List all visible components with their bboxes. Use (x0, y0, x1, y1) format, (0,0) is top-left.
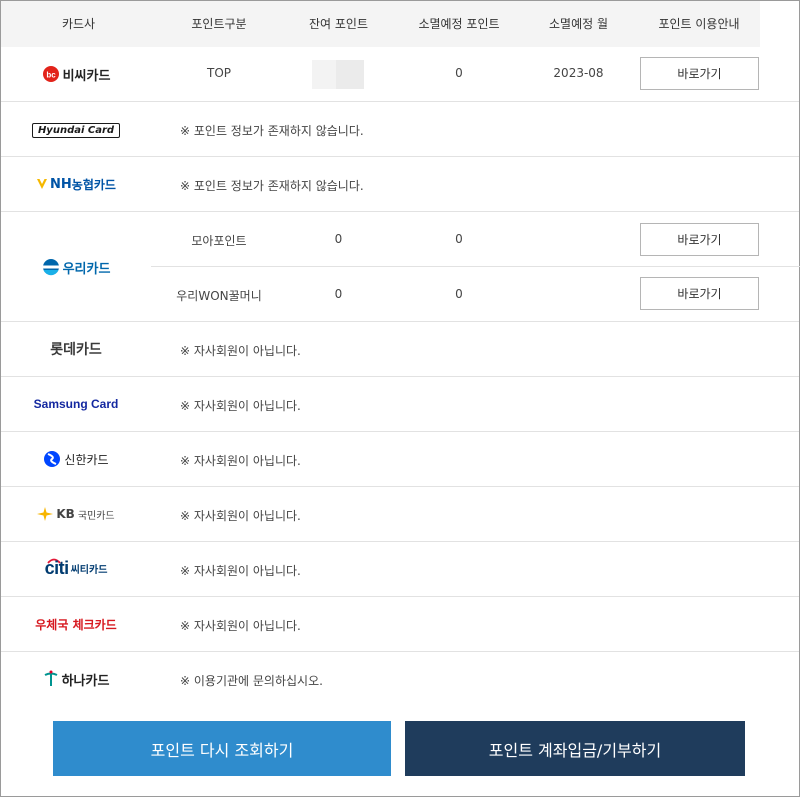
bc-go-button[interactable]: 바로가기 (640, 57, 759, 90)
woori-card-logo: 우리카드 (11, 256, 141, 278)
table-row-samsung: Samsung Card ※ 자사회원이 아닙니다. (1, 377, 799, 432)
header-point-type: 포인트구분 (191, 17, 247, 31)
samsung-message: ※ 자사회원이 아닙니다. (180, 399, 301, 413)
samsung-card-logo: Samsung Card (33, 397, 119, 411)
citi-message: ※ 자사회원이 아닙니다. (180, 564, 301, 578)
kb-card-logo: KB 국민카드 (11, 504, 141, 524)
woori-moa-expiring: 0 (455, 232, 463, 246)
header-balance: 잔여 포인트 (308, 17, 368, 31)
woori-moa-go-button[interactable]: 바로가기 (640, 223, 759, 256)
hyundai-card-logo: Hyundai Card (11, 121, 141, 139)
table-row-hana: 하나카드 ※ 이용기관에 문의하십시오. (1, 652, 799, 707)
table-row-shinhan: 신한카드 ※ 자사회원이 아닙니다. (1, 432, 799, 487)
shinhan-symbol-icon (44, 451, 61, 467)
nh-message: ※ 포인트 정보가 존재하지 않습니다. (180, 179, 364, 193)
table-row-bc: bc 비씨카드 TOP 0 2023-08 바로가기 (1, 47, 799, 102)
table-row-kb: KB 국민카드 ※ 자사회원이 아닙니다. (1, 487, 799, 542)
table-row-citi: citi 씨티카드 ※ 자사회원이 아닙니다. (1, 542, 799, 597)
woori-moa-balance: 0 (334, 232, 343, 246)
woori-won-expiring: 0 (455, 287, 463, 301)
woori-won-balance: 0 (334, 287, 343, 301)
transfer-donate-button[interactable]: 포인트 계좌입금/기부하기 (405, 721, 745, 776)
table-row-nh: NH 농협카드 ※ 포인트 정보가 존재하지 않습니다. (1, 157, 799, 212)
table-row-hyundai: Hyundai Card ※ 포인트 정보가 존재하지 않습니다. (1, 102, 799, 157)
header-expiring-points: 소멸예정 포인트 (418, 17, 500, 31)
hana-card-logo: 하나카드 (11, 668, 141, 690)
hana-message: ※ 이용기관에 문의하십시오. (180, 674, 323, 688)
kb-message: ※ 자사회원이 아닙니다. (180, 509, 301, 523)
woori-circle-icon (42, 259, 59, 276)
bc-circle-icon: bc (42, 66, 59, 82)
table-header: 카드사 포인트구분 잔여 포인트 소멸예정 포인트 소멸예정 월 포인트 이용안… (1, 1, 760, 47)
bc-expiring-points: 0 (455, 66, 463, 80)
hana-symbol-icon (44, 670, 58, 686)
table-row-lotte: 롯데카드 ※ 자사회원이 아닙니다. (1, 322, 799, 377)
bc-point-type: TOP (206, 66, 231, 80)
nh-card-logo: NH 농협카드 (11, 174, 141, 194)
woori-sub-divider (151, 266, 800, 267)
header-usage-guide: 포인트 이용안내 (658, 17, 740, 31)
bc-card-logo: bc 비씨카드 (11, 60, 141, 88)
table-row-post: 우체국 체크카드 ※ 자사회원이 아닙니다. (1, 597, 799, 652)
kb-star-icon (37, 507, 54, 521)
post-message: ※ 자사회원이 아닙니다. (180, 619, 301, 633)
lotte-message: ※ 자사회원이 아닙니다. (180, 344, 301, 358)
woori-won-go-button[interactable]: 바로가기 (640, 277, 759, 310)
refresh-points-button[interactable]: 포인트 다시 조회하기 (53, 721, 391, 776)
table-row-woori: 우리카드 모아포인트 0 0 바로가기 우리WON꿀머니 0 0 바로가기 (1, 212, 800, 322)
shinhan-card-logo: 신한카드 (11, 448, 141, 470)
bc-balance-masked (312, 60, 364, 89)
woori-won-type: 우리WON꿀머니 (176, 289, 262, 303)
lotte-card-logo: 롯데카드 (50, 342, 102, 358)
bc-expiring-month: 2023-08 (553, 66, 604, 80)
header-card-company: 카드사 (61, 17, 96, 31)
nh-symbol-icon (37, 179, 48, 189)
woori-moa-type: 모아포인트 (191, 234, 247, 248)
citi-card-logo: citi 씨티카드 (44, 557, 108, 578)
header-expiring-month: 소멸예정 월 (548, 17, 608, 31)
hyundai-message: ※ 포인트 정보가 존재하지 않습니다. (180, 124, 364, 138)
shinhan-message: ※ 자사회원이 아닙니다. (180, 454, 301, 468)
svg-text:bc: bc (46, 71, 56, 80)
post-card-logo: 우체국 체크카드 (35, 617, 117, 632)
